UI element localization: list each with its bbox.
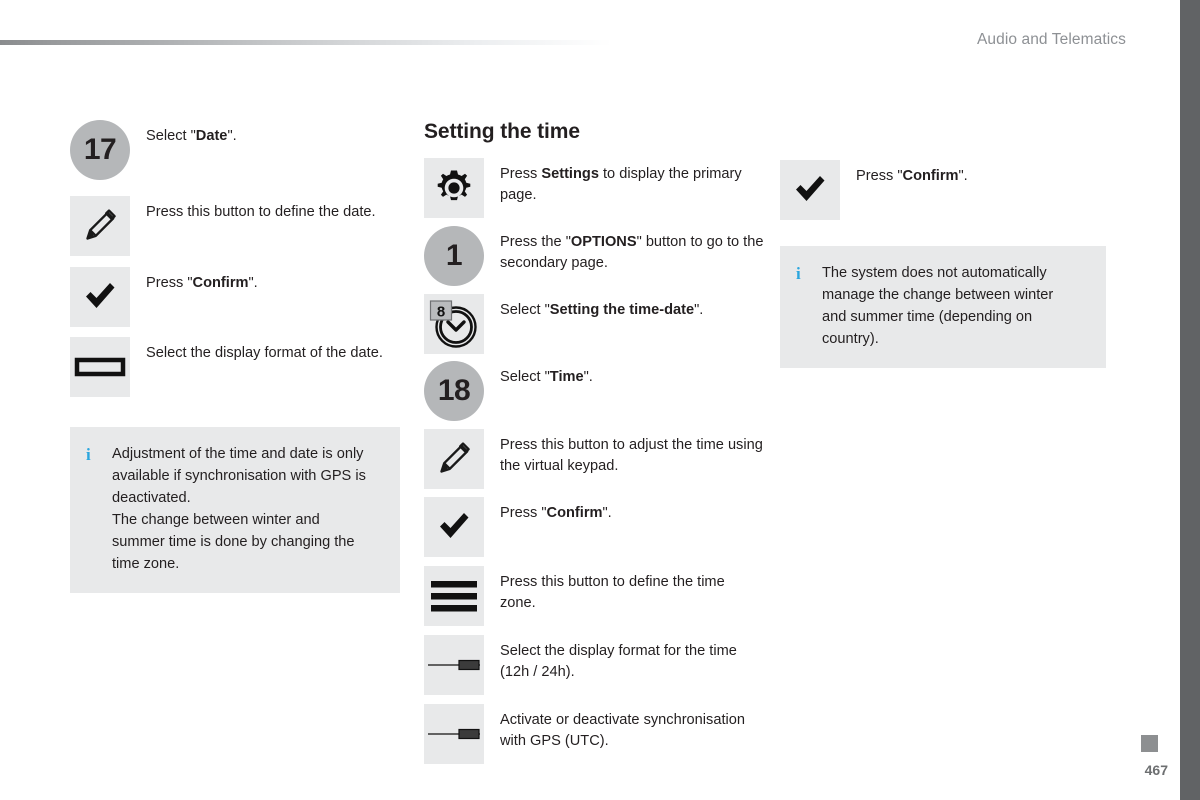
left-step-list: 17 Select "Date". Press this button to de…: [70, 120, 400, 397]
checkmark-icon: [440, 513, 469, 538]
pencil-icon: [86, 209, 116, 240]
step-instruction-text: Press this button to define the time zon…: [500, 574, 725, 611]
svg-text:8: 8: [437, 304, 445, 321]
middle-step-list: Press Settings to display the primary pa…: [424, 158, 764, 764]
step-row: 1 Press the "OPTIONS" button to go to the…: [424, 226, 764, 286]
rectangle-outline-icon: [74, 357, 126, 377]
left-info-note-text: Adjustment of the time and date is only a…: [102, 443, 366, 575]
note-line: The system does not automatically: [822, 265, 1047, 281]
left-info-note: i Adjustment of the time and date is onl…: [70, 427, 400, 593]
step-number-badge[interactable]: 17: [70, 120, 130, 180]
step-row: Press this button to define the time zon…: [424, 566, 764, 626]
page-number: 467: [1144, 762, 1168, 778]
step-icon-tile[interactable]: [424, 497, 484, 557]
note-line: deactivated.: [112, 490, 191, 506]
step-number: 17: [83, 133, 117, 166]
step-row: Select the display format for the time (…: [424, 635, 764, 695]
step-number: 1: [445, 239, 463, 272]
step-row: Press this button to adjust the time usi…: [424, 429, 764, 489]
step-icon-tile[interactable]: [70, 337, 130, 397]
clock-calendar-icon: 8: [429, 300, 477, 348]
hamburger-list-icon: [431, 581, 477, 612]
right-info-note: i The system does not automatically manag…: [780, 246, 1106, 368]
step-instruction-text: Press "Confirm".: [856, 168, 968, 184]
step-number: 18: [437, 374, 471, 407]
note-line: available if synchronisation with GPS is: [112, 468, 366, 484]
step-icon-tile[interactable]: [780, 160, 840, 220]
info-icon: i: [86, 445, 91, 464]
step-icon-tile[interactable]: [424, 704, 484, 764]
step-number-badge[interactable]: 1: [424, 226, 484, 286]
step-instruction-text: Select the display format of the date.: [146, 345, 383, 361]
step-instruction-text: Press the "OPTIONS" button to go to the …: [500, 234, 764, 271]
step-icon-tile[interactable]: [424, 566, 484, 626]
step-row: 17 Select "Date".: [70, 120, 400, 180]
step-instruction-text: Select "Setting the time-date".: [500, 302, 704, 318]
step-icon-tile[interactable]: [70, 196, 130, 256]
chapter-marker-icon: [1141, 735, 1158, 752]
step-icon-tile[interactable]: [424, 429, 484, 489]
right-step-list: Press "Confirm".: [780, 160, 1106, 220]
step-instruction-text: Press Settings to display the primary pa…: [500, 166, 742, 203]
header-title: Audio and Telematics: [976, 31, 1126, 48]
step-instruction-text: Select "Time".: [500, 369, 593, 385]
step-row: 18 Select "Time".: [424, 361, 764, 421]
page-edge-strip: [1180, 0, 1200, 800]
step-instruction-text: Press this button to define the date.: [146, 204, 376, 220]
right-info-note-text: The system does not automatically manage …: [812, 262, 1053, 350]
manual-page: Audio and Telematics 17 Select "Date". Pr…: [0, 0, 1200, 800]
note-line: summer time is done by changing the: [112, 534, 355, 550]
step-instruction-text: Activate or deactivate synchronisation w…: [500, 712, 745, 749]
right-column: Press "Confirm". i The system does not a…: [780, 120, 1106, 368]
step-row: 8 Select "Setting the time-date".: [424, 294, 764, 354]
info-icon: i: [796, 264, 801, 283]
note-line: and summer time (depending on: [822, 309, 1033, 325]
checkmark-icon: [86, 283, 115, 308]
note-line: Adjustment of the time and date is only: [112, 446, 364, 462]
step-instruction-text: Press this button to adjust the time usi…: [500, 437, 763, 474]
middle-column: Setting the time Press Settings to displ…: [424, 120, 764, 764]
step-instruction-text: Press "Confirm".: [500, 505, 612, 521]
note-line: The change between winter and: [112, 512, 320, 528]
step-row: Activate or deactivate synchronisation w…: [424, 704, 764, 764]
checkmark-icon: [796, 176, 825, 201]
step-icon-tile[interactable]: 8: [424, 294, 484, 354]
slider-icon: [428, 659, 480, 671]
slider-icon: [428, 728, 480, 740]
step-number-badge[interactable]: 18: [424, 361, 484, 421]
step-instruction-text: Press "Confirm".: [146, 275, 258, 291]
step-icon-tile[interactable]: [70, 267, 130, 327]
section-title-setting-the-time: Setting the time: [424, 120, 580, 143]
note-line: time zone.: [112, 556, 180, 572]
step-row: Press "Confirm".: [70, 267, 400, 327]
step-row: Press Settings to display the primary pa…: [424, 158, 764, 218]
step-row: Press this button to define the date.: [70, 196, 400, 256]
step-instruction-text: Select the display format for the time (…: [500, 643, 737, 680]
header-divider-rule: [0, 40, 612, 45]
step-row: Press "Confirm".: [424, 497, 764, 557]
pencil-icon: [440, 442, 470, 473]
step-instruction-text: Select "Date".: [146, 128, 237, 144]
step-row: Select the display format of the date.: [70, 337, 400, 397]
step-icon-tile[interactable]: [424, 635, 484, 695]
note-line: manage the change between winter: [822, 287, 1054, 303]
gear-icon: [437, 170, 471, 201]
left-column: 17 Select "Date". Press this button to de…: [70, 120, 400, 593]
step-row: Press "Confirm".: [780, 160, 1106, 220]
note-line: country).: [822, 331, 879, 347]
step-icon-tile[interactable]: [424, 158, 484, 218]
